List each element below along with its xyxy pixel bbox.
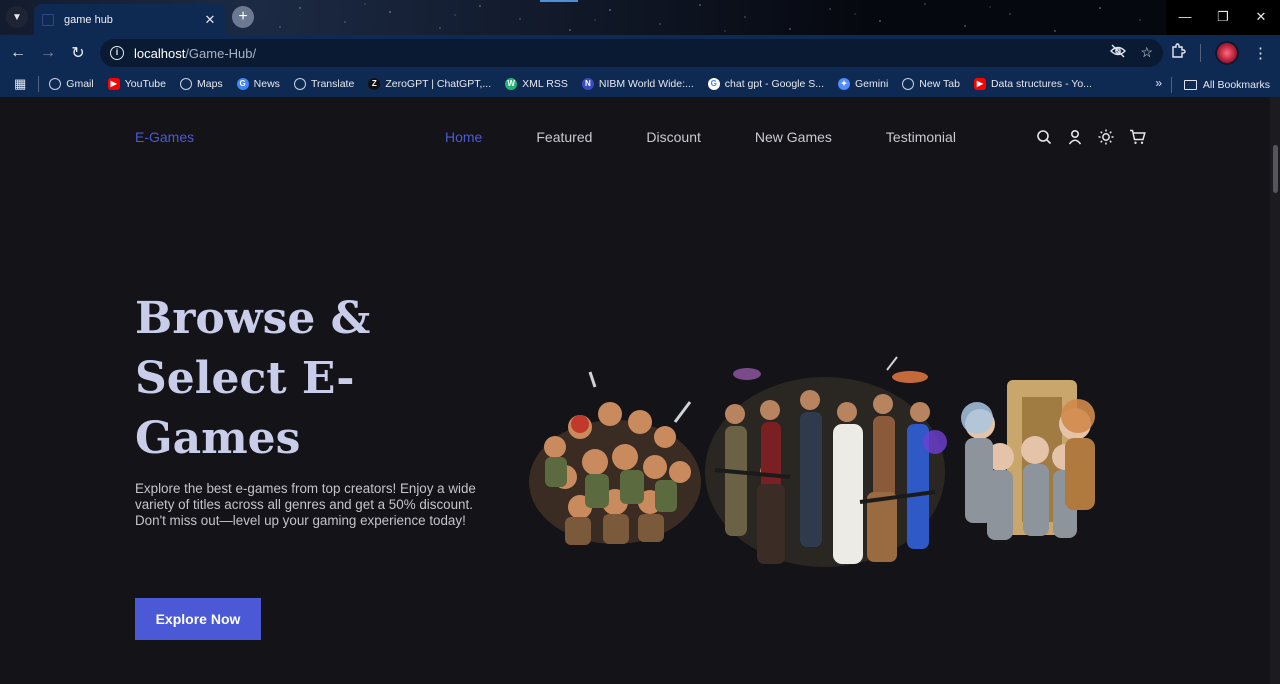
bookmark-item[interactable]: Z ZeroGPT | ChatGPT,... [368,78,491,90]
scrollbar-thumb[interactable] [1273,145,1278,193]
more-menu-icon[interactable]: ⋮ [1253,44,1268,62]
nibm-icon: N [581,78,594,90]
new-tab-button[interactable]: + [232,6,254,28]
bookmarks-divider [1170,77,1172,93]
toolbar-divider [1200,44,1201,62]
bookmark-item[interactable]: New Tab [902,78,960,90]
nav-home[interactable]: Home [445,129,482,145]
bookmark-label: NIBM World Wide:... [598,78,694,90]
bookmark-label: New Tab [919,78,960,90]
url-path: /Game-Hub/ [185,45,257,61]
bookmark-item[interactable]: N NIBM World Wide:... [581,78,694,90]
tab-strip: ▼ game hub ✕ + — ❐ ✕ [0,0,1280,35]
user-icon[interactable] [1066,128,1084,146]
main-nav: Home Featured Discount New Games Testimo… [445,129,1010,145]
bookmark-item[interactable]: ✦ Gemini [838,78,888,90]
apps-grid-icon[interactable]: ▦ [14,76,26,92]
close-icon[interactable]: ✕ [202,12,218,28]
zerogpt-icon: Z [368,78,381,90]
nav-testimonial[interactable]: Testimonial [886,129,956,145]
explore-now-button[interactable]: Explore Now [135,598,261,640]
news-icon: G [236,78,249,90]
bookmark-label: Data structures - Yo... [990,78,1092,90]
page-scrollbar[interactable] [1270,97,1280,684]
bookmark-item[interactable]: W XML RSS [505,78,568,90]
star-icon[interactable]: ☆ [1140,44,1153,61]
google-icon: G [707,78,720,90]
site-info-icon[interactable]: i [110,46,124,60]
bookmark-item[interactable]: Gchat gpt - Google S... [707,78,825,90]
youtube-icon: ▶ [973,78,986,90]
cartoon-warriors-group [529,371,701,545]
globe-icon [293,78,306,90]
bookmark-label: YouTube [124,78,166,90]
window-controls: — ❐ ✕ [1166,0,1280,35]
nav-actions [1035,128,1146,146]
tab-search-button[interactable]: ▼ [6,6,28,28]
cart-icon[interactable] [1128,128,1146,146]
chevron-down-icon: ▼ [12,11,22,23]
eye-off-icon[interactable] [1110,44,1127,61]
bookmark-item[interactable]: ▶ YouTube [107,78,166,90]
browser-window: ▼ game hub ✕ + — ❐ ✕ ← → ↻ i localhost/G… [0,0,1280,684]
active-tab[interactable]: game hub ✕ [34,4,226,35]
nav-discount[interactable]: Discount [646,129,700,145]
bookmark-label: Translate [310,78,355,90]
nav-new-games[interactable]: New Games [755,129,832,145]
all-bookmarks-button[interactable]: All Bookmarks [1170,77,1270,93]
bookmark-label: Maps [196,78,223,90]
folder-icon [1183,80,1197,90]
bookmark-label: chat gpt - Google S... [724,78,825,90]
bookmark-label: News [253,78,280,90]
address-bar[interactable]: i localhost/Game-Hub/ ☆ [100,39,1163,67]
soldiers-group [705,356,947,567]
back-icon[interactable]: ← [3,38,33,68]
nav-featured[interactable]: Featured [536,129,592,145]
hero-characters-image [529,356,1095,567]
bookmark-label: XML RSS [522,78,568,90]
youtube-icon: ▶ [107,78,120,90]
bookmark-item[interactable]: ▶ Data structures - Yo... [973,78,1092,90]
bookmark-list: Gmail ▶ YouTube Maps G News Translate Z ZeroGPT … [49,78,1106,90]
gemini-icon: ✦ [838,78,851,90]
reload-icon[interactable]: ↻ [63,38,93,68]
search-icon[interactable] [1035,128,1053,146]
fantasy-heroes-group [961,380,1095,540]
minimize-icon[interactable]: — [1166,0,1204,35]
bookmarks-bar: ▦ Gmail ▶ YouTube Maps G News Translate Z ZeroGP… [0,71,1280,97]
toolbar-right: ⋮ [1170,35,1280,71]
webpage: E-Games Home Featured Discount New Games… [0,97,1270,684]
maximize-icon[interactable]: ❐ [1204,0,1242,35]
bookmark-item[interactable]: Gmail [49,78,94,90]
globe-icon [49,78,62,90]
bookmark-label: Gmail [66,78,94,90]
address-bar-actions: ☆ [1110,44,1153,61]
plus-icon: + [238,8,248,25]
globe-icon [902,78,915,90]
bookmark-item[interactable]: G News [236,78,280,90]
bookmarks-divider [38,76,40,92]
bookmark-item[interactable]: Maps [179,78,223,90]
w-icon: W [505,78,518,90]
globe-icon [179,78,192,90]
browser-toolbar: ← → ↻ i localhost/Game-Hub/ ☆ ⋮ [0,35,1280,71]
site-logo[interactable]: E-Games [135,129,194,145]
tab-favicon-icon [42,13,54,26]
profile-avatar[interactable] [1215,41,1239,65]
url-host: localhost [134,45,186,61]
forward-icon[interactable]: → [33,38,63,68]
extensions-icon[interactable] [1170,43,1186,63]
bookmark-label: Gemini [855,78,889,90]
bookmark-item[interactable]: Translate [293,78,355,90]
hero-title: Browse & Select E-Games [135,293,371,464]
tab-title: game hub [64,13,113,26]
all-bookmarks-label: All Bookmarks [1202,79,1270,91]
bookmark-label: ZeroGPT | ChatGPT,... [385,78,492,90]
chevron-double-right-icon[interactable]: » [1155,76,1162,90]
hero-description: Explore the best e-games from top creato… [135,481,476,528]
sun-icon[interactable] [1097,128,1115,146]
close-window-icon[interactable]: ✕ [1242,0,1280,35]
